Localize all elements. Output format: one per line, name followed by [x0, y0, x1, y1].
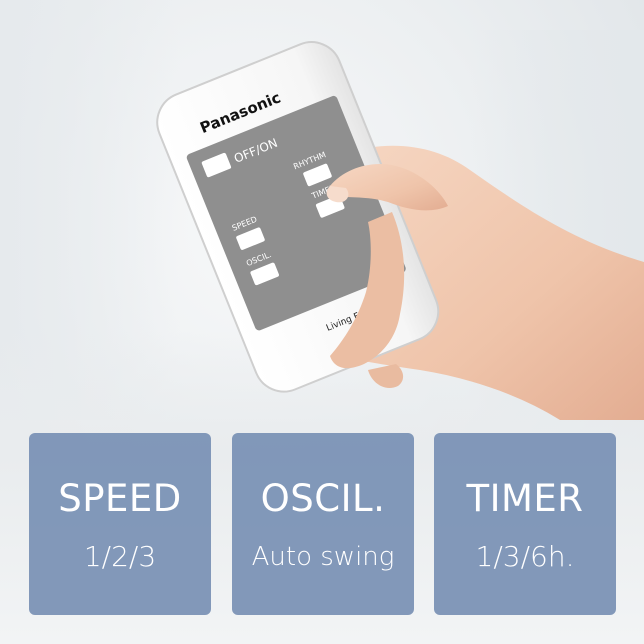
- feature-title: TIMER: [466, 477, 584, 520]
- feature-title: OSCIL.: [260, 477, 386, 520]
- feature-card-timer: TIMER 1/3/6h.: [434, 433, 616, 615]
- feature-title: SPEED: [58, 477, 182, 520]
- feature-cards: SPEED 1/2/3 OSCIL. Auto swing TIMER 1/3/…: [0, 0, 644, 644]
- feature-value: 1/2/3: [83, 540, 157, 573]
- feature-card-speed: SPEED 1/2/3: [29, 433, 211, 615]
- feature-value: 1/3/6h.: [475, 540, 575, 573]
- feature-value: Auto swing: [251, 542, 395, 572]
- feature-card-oscil: OSCIL. Auto swing: [232, 433, 414, 615]
